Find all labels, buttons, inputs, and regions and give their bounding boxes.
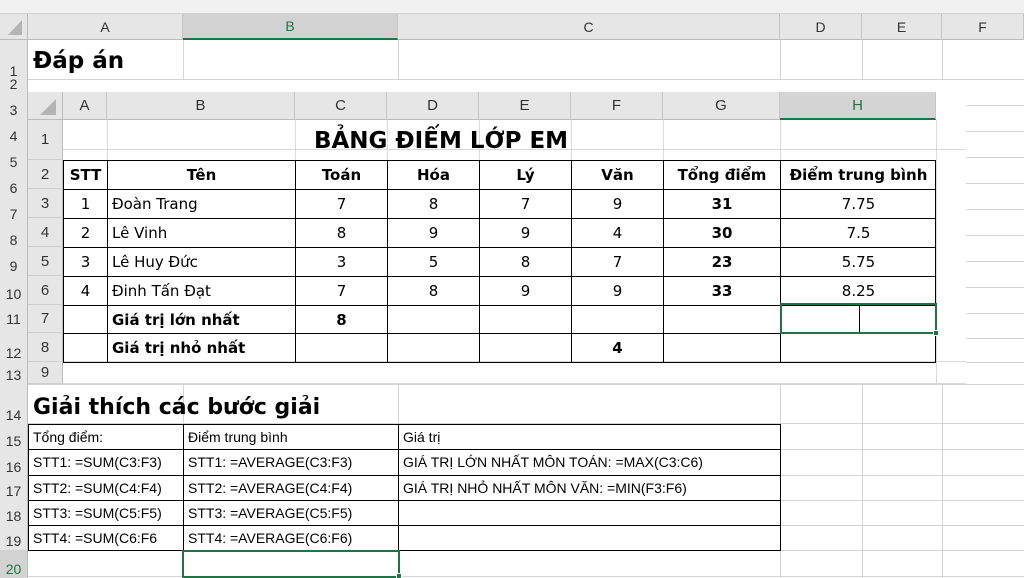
active-cell-b20[interactable]: [182, 550, 400, 578]
row-header-7[interactable]: 7: [0, 197, 28, 223]
column-header-e[interactable]: E: [862, 14, 942, 40]
explanation-total-formula-1[interactable]: STT1: =SUM(C3:F3): [30, 450, 182, 474]
row-header-20[interactable]: 20: [0, 550, 28, 578]
column-header-a[interactable]: A: [28, 14, 183, 40]
header-total[interactable]: Tổng điểm: [664, 161, 780, 189]
student-2-literature[interactable]: 4: [572, 219, 663, 247]
student-1-chemistry[interactable]: 8: [388, 190, 479, 218]
student-3-physics[interactable]: 8: [480, 248, 571, 276]
select-all-icon: [8, 20, 22, 35]
row-header-5[interactable]: 5: [0, 145, 28, 171]
student-3-average[interactable]: 5.75: [781, 248, 936, 276]
row-header-13[interactable]: 13: [0, 362, 28, 384]
explanation-total-formula-3[interactable]: STT3: =SUM(C5:F5): [30, 501, 182, 525]
header-math[interactable]: Toán: [296, 161, 387, 189]
cell-divider: [859, 305, 860, 332]
student-2-chemistry[interactable]: 9: [388, 219, 479, 247]
min-label[interactable]: Giá trị nhỏ nhất: [108, 334, 295, 362]
row-header-3[interactable]: 3: [0, 93, 28, 119]
student-1-literature[interactable]: 9: [572, 190, 663, 218]
student-3-math[interactable]: 3: [296, 248, 387, 276]
student-1-physics[interactable]: 7: [480, 190, 571, 218]
max-math-value[interactable]: 8: [296, 306, 387, 333]
section-title[interactable]: Giải thích các bước giải: [33, 390, 320, 424]
row-header-12[interactable]: 12: [0, 328, 28, 362]
column-header-d[interactable]: D: [780, 14, 862, 40]
column-header-c[interactable]: C: [398, 14, 780, 40]
column-header-b[interactable]: B: [183, 14, 398, 40]
fill-handle[interactable]: [933, 330, 939, 336]
student-2-stt[interactable]: 2: [64, 219, 107, 247]
student-1-average[interactable]: 7.75: [781, 190, 936, 218]
student-2-name[interactable]: Lê Vinh: [108, 219, 295, 247]
student-4-total[interactable]: 33: [664, 277, 780, 305]
explanation-header-total[interactable]: Tổng điểm:: [30, 425, 182, 449]
explanation-header-average[interactable]: Điểm trung bình: [185, 425, 397, 449]
row-header-4[interactable]: 4: [0, 119, 28, 145]
student-4-name[interactable]: Đinh Tấn Đạt: [108, 277, 295, 305]
student-4-physics[interactable]: 9: [480, 277, 571, 305]
row-header-15[interactable]: 15: [0, 424, 28, 450]
header-name[interactable]: Tên: [108, 161, 295, 189]
row-header-17[interactable]: 17: [0, 475, 28, 500]
row-header-16[interactable]: 16: [0, 450, 28, 476]
student-1-math[interactable]: 7: [296, 190, 387, 218]
row-header-8[interactable]: 8: [0, 223, 28, 249]
header-chemistry[interactable]: Hóa: [388, 161, 479, 189]
ribbon-strip: [0, 0, 1024, 14]
select-all-corner[interactable]: [0, 14, 28, 40]
column-header-f[interactable]: F: [942, 14, 1024, 40]
student-2-math[interactable]: 8: [296, 219, 387, 247]
student-3-total[interactable]: 23: [664, 248, 780, 276]
row-header-18[interactable]: 18: [0, 500, 28, 525]
explanation-average-formula-2[interactable]: STT2: =AVERAGE(C4:F4): [185, 476, 397, 500]
row-header-11[interactable]: 11: [0, 303, 28, 328]
header-stt[interactable]: STT: [64, 161, 107, 189]
explanation-total-formula-4[interactable]: STT4: =SUM(C6:F6: [30, 526, 182, 550]
explanation-average-formula-1[interactable]: STT1: =AVERAGE(C3:F3): [185, 450, 397, 474]
student-4-chemistry[interactable]: 8: [388, 277, 479, 305]
student-1-stt[interactable]: 1: [64, 190, 107, 218]
student-2-physics[interactable]: 9: [480, 219, 571, 247]
explanation-value-formula-3[interactable]: [400, 501, 779, 525]
student-3-chemistry[interactable]: 5: [388, 248, 479, 276]
row-header-19[interactable]: 19: [0, 525, 28, 550]
explanation-value-formula-1[interactable]: GIÁ TRỊ LỚN NHẤT MÔN TOÁN: =MAX(C3:C6): [400, 450, 779, 474]
max-label[interactable]: Giá trị lớn nhất: [108, 306, 295, 333]
row-header-1[interactable]: 1: [0, 40, 28, 80]
explanation-average-formula-3[interactable]: STT3: =AVERAGE(C5:F5): [185, 501, 397, 525]
explanation-header-value[interactable]: Giá trị: [400, 425, 779, 449]
student-1-total[interactable]: 31: [664, 190, 780, 218]
header-average[interactable]: Điểm trung bình: [781, 161, 936, 189]
header-literature[interactable]: Văn: [572, 161, 663, 189]
explanation-value-formula-4[interactable]: [400, 526, 779, 550]
student-3-name[interactable]: Lê Huy Đức: [108, 248, 295, 276]
explanation-average-formula-4[interactable]: STT4: =AVERAGE(C6:F6): [185, 526, 397, 550]
student-3-literature[interactable]: 7: [572, 248, 663, 276]
student-2-total[interactable]: 30: [664, 219, 780, 247]
row-header-10[interactable]: 10: [0, 275, 28, 303]
min-literature-value[interactable]: 4: [572, 334, 663, 362]
row-header-2[interactable]: 2: [0, 76, 28, 93]
row-header-9[interactable]: 9: [0, 249, 28, 275]
student-2-average[interactable]: 7.5: [781, 219, 936, 247]
student-4-average[interactable]: 8.25: [781, 277, 936, 305]
embedded-spreadsheet-image[interactable]: ABCDEFGH 123456789 BẢNG ĐIỂM LỚP EM STT …: [28, 80, 966, 384]
explanation-total-formula-2[interactable]: STT2: =SUM(C4:F4): [30, 476, 182, 500]
student-4-stt[interactable]: 4: [64, 277, 107, 305]
student-1-name[interactable]: Đoàn Trang: [108, 190, 295, 218]
row-header-14[interactable]: 14: [0, 384, 28, 424]
student-4-math[interactable]: 7: [296, 277, 387, 305]
student-3-stt[interactable]: 3: [64, 248, 107, 276]
explanation-value-formula-2[interactable]: GIÁ TRỊ NHỎ NHẤT MÔN VĂN: =MIN(F3:F6): [400, 476, 779, 500]
row-header-6[interactable]: 6: [0, 171, 28, 197]
sheet-title[interactable]: Đáp án: [33, 42, 124, 80]
student-4-literature[interactable]: 9: [572, 277, 663, 305]
header-physics[interactable]: Lý: [480, 161, 571, 189]
fill-handle-outer[interactable]: [396, 573, 402, 578]
